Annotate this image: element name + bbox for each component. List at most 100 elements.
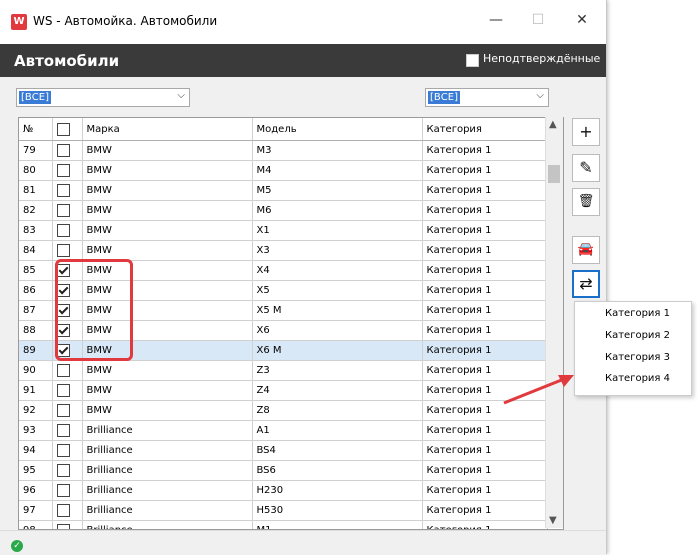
row-category: Категория 1 [422,260,548,281]
row-model: X5 [252,280,423,301]
row-checkbox-cell[interactable] [52,520,83,529]
row-model: M4 [252,160,423,181]
row-number: 87 [19,300,53,321]
add-button[interactable]: + [572,118,600,146]
unconfirmed-checkbox[interactable] [466,54,479,67]
scroll-thumb[interactable] [548,165,560,183]
scroll-down-icon[interactable]: ▼ [549,515,557,526]
row-model: M5 [252,180,423,201]
scroll-up-icon[interactable]: ▲ [549,119,557,130]
table-row[interactable]: 81 BMW M5 Категория 1 [19,180,548,201]
table-row[interactable]: 83 BMW X1 Категория 1 [19,220,548,241]
row-number: 98 [19,520,53,529]
close-button[interactable]: ✕ [572,12,592,28]
category-filter-select[interactable]: [ВСЕ] ⌵ [425,88,549,107]
brand-filter-select[interactable]: [ВСЕ] ⌵ [16,88,190,107]
brand-filter-value: [ВСЕ] [19,91,51,104]
row-category: Категория 1 [422,140,548,161]
table-row[interactable]: 95 Brilliance BS6 Категория 1 [19,460,548,481]
row-checkbox[interactable] [56,144,70,157]
row-checkbox-cell[interactable] [52,400,83,421]
row-category: Категория 1 [422,240,548,261]
row-brand: BMW [82,240,253,261]
row-category: Категория 1 [422,420,548,441]
row-checkbox[interactable] [56,504,70,517]
maximize-button[interactable]: ☐ [528,12,548,28]
row-checkbox[interactable] [56,384,70,397]
table-row[interactable]: 94 Brilliance BS4 Категория 1 [19,440,548,461]
menu-item-category-2[interactable]: Категория 2 [605,330,670,341]
row-brand: Brilliance [82,420,253,441]
row-checkbox[interactable] [56,204,70,217]
row-checkbox-cell[interactable] [52,380,83,401]
row-checkbox[interactable] [56,484,70,497]
row-category: Категория 1 [422,460,548,481]
row-checkbox-cell[interactable] [52,460,83,481]
row-checkbox-cell[interactable] [52,160,83,181]
minimize-button[interactable]: — [486,12,506,28]
change-category-button[interactable]: ⇄ [572,270,600,298]
row-checkbox-cell[interactable] [52,360,83,381]
row-checkbox[interactable] [56,244,70,257]
row-number: 80 [19,160,53,181]
column-header-select-all[interactable] [52,118,83,141]
table-row[interactable]: 84 BMW X3 Категория 1 [19,240,548,261]
row-checkbox-cell[interactable] [52,180,83,201]
column-header-model[interactable]: Модель [252,118,423,141]
annotation-highlight-box [55,259,133,361]
delete-button[interactable]: 🗑 [572,188,600,216]
row-number: 95 [19,460,53,481]
row-category: Категория 1 [422,480,548,501]
row-checkbox-cell[interactable] [52,140,83,161]
row-model: A1 [252,420,423,441]
menu-item-category-1[interactable]: Категория 1 [605,308,670,319]
annotation-arrow-icon [503,375,574,405]
row-number: 88 [19,320,53,341]
column-header-category[interactable]: Категория [422,118,548,141]
table-row[interactable]: 80 BMW M4 Категория 1 [19,160,548,181]
edit-button[interactable]: ✎ [572,154,600,182]
table-row[interactable]: 91 BMW Z4 Категория 1 [19,380,548,401]
column-header-number[interactable]: № [19,118,53,141]
row-number: 93 [19,420,53,441]
car-button[interactable]: 🚘 [572,236,600,264]
row-checkbox[interactable] [56,164,70,177]
select-all-checkbox[interactable] [56,122,70,136]
category-filter-value: [ВСЕ] [428,91,460,104]
menu-item-category-3[interactable]: Категория 3 [605,352,670,363]
row-checkbox-cell[interactable] [52,420,83,441]
row-number: 82 [19,200,53,221]
row-checkbox-cell[interactable] [52,440,83,461]
column-header-brand[interactable]: Марка [82,118,253,141]
table-row[interactable]: 92 BMW Z8 Категория 1 [19,400,548,421]
row-brand: BMW [82,360,253,381]
row-checkbox-cell[interactable] [52,220,83,241]
row-checkbox-cell[interactable] [52,500,83,521]
row-checkbox-cell[interactable] [52,240,83,261]
table-row[interactable]: 82 BMW M6 Категория 1 [19,200,548,221]
status-bar: ✓ [0,530,606,555]
pencil-icon: ✎ [579,158,593,177]
row-number: 81 [19,180,53,201]
row-checkbox[interactable] [56,404,70,417]
table-row[interactable]: 96 Brilliance H230 Категория 1 [19,480,548,501]
row-checkbox-cell[interactable] [52,200,83,221]
app-icon: W [11,14,27,30]
row-checkbox[interactable] [56,424,70,437]
table-row[interactable]: 97 Brilliance H530 Категория 1 [19,500,548,521]
row-checkbox[interactable] [56,444,70,457]
table-row[interactable]: 93 Brilliance A1 Категория 1 [19,420,548,441]
table-row[interactable]: 90 BMW Z3 Категория 1 [19,360,548,381]
row-checkbox[interactable] [56,184,70,197]
row-model: BS4 [252,440,423,461]
row-checkbox[interactable] [56,464,70,477]
row-checkbox[interactable] [56,224,70,237]
table-row[interactable]: 98 BrillianceM1Категория 1 [19,520,548,529]
row-checkbox-cell[interactable] [52,480,83,501]
table-row[interactable]: 79 BMW M3 Категория 1 [19,140,548,161]
row-brand: Brilliance [82,460,253,481]
vertical-scrollbar[interactable]: ▲ ▼ [545,117,563,528]
menu-item-category-4[interactable]: Категория 4 [605,373,670,384]
row-checkbox[interactable] [56,364,70,377]
row-brand: BMW [82,400,253,421]
